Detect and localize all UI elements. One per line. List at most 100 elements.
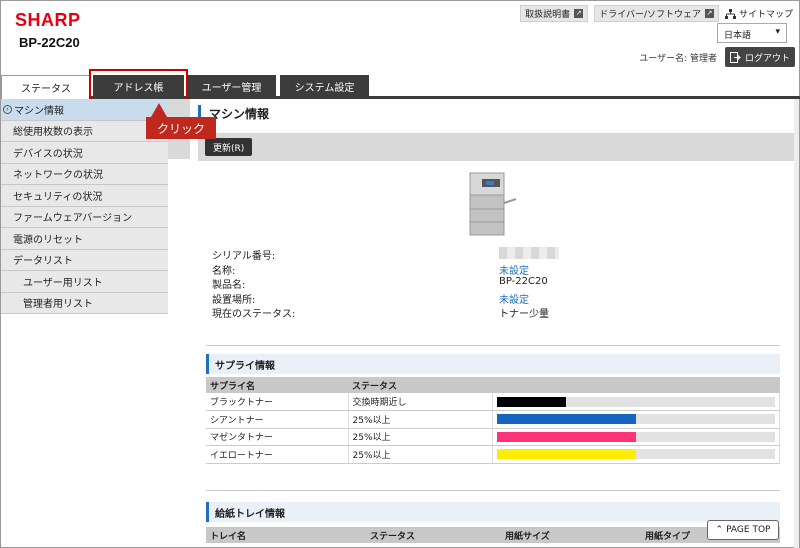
supply-level-cell [492,393,780,411]
tray-status-header: ステータス [366,527,501,543]
sidebar-item-total-count[interactable]: 総使用枚数の表示 [1,120,168,142]
table-row: マゼンタトナー 25%以上 [206,428,780,446]
toner-level-bar [496,431,775,442]
supply-header-row: サプライ名 ステータス [206,377,780,393]
tray-name-header: トレイ名 [206,527,366,543]
sidebar-item-user-list[interactable]: ユーザー用リスト [1,271,168,293]
click-callout: クリック [146,117,216,139]
sidebar-item-firmware-version[interactable]: ファームウェアバージョン [1,206,168,228]
table-row: イエロートナー 25%以上 [206,445,780,464]
product-value: BP-22C20 [499,276,548,287]
supply-level-cell [492,410,780,429]
tab-status[interactable]: ステータス [1,75,91,99]
sidebar-item-label: マシン情報 [14,105,64,117]
supply-section-title: サプライ情報 [206,354,780,374]
sitemap-label: サイトマップ [738,10,793,20]
language-select[interactable]: 日本語 ▾ [717,23,787,43]
language-value: 日本語 [724,31,752,41]
serial-value-redacted [499,247,559,262]
page-top-label: PAGE TOP [726,525,771,535]
sidebar-item-power-reset[interactable]: 電源のリセット [1,228,168,250]
chevron-right-icon: › [3,104,12,114]
printer-image [469,172,517,236]
callout-pointer [151,103,167,117]
refresh-button[interactable]: 更新(R) [205,138,253,156]
supply-level-cell [492,445,780,464]
divider [206,345,780,346]
chevron-up-icon: ⌃ [715,525,724,535]
supply-status: 25%以上 [348,445,493,464]
supply-name: シアントナー [206,410,349,429]
tab-system-settings[interactable]: システム設定 [280,75,369,97]
logout-button[interactable]: ログアウト [725,47,795,67]
location-label: 設置場所: [212,294,256,306]
serial-label: シリアル番号: [212,251,276,262]
supply-level-header [492,377,780,393]
info-row-product: 製品名: BP-22C20 [212,276,772,291]
top-links: 取扱説明書 ↗ ドライバー/ソフトウェア ↗ サイトマップ [520,5,793,22]
driver-link[interactable]: ドライバー/ソフトウェア ↗ [594,5,719,22]
external-link-icon: ↗ [704,9,714,18]
product-label: 製品名: [212,280,246,291]
manual-link[interactable]: 取扱説明書 ↗ [520,5,589,22]
scrollbar[interactable] [794,99,799,548]
toner-level-bar [496,449,775,460]
header: SHARP BP-22C20 取扱説明書 ↗ ドライバー/ソフトウェア ↗ サイ… [1,1,800,75]
supply-status: 25%以上 [348,428,493,446]
sharp-logo: SHARP [15,10,81,30]
status-value: トナー少量 [499,309,549,320]
sitemap-icon [724,8,736,19]
toner-level-bar [496,396,775,407]
supply-level-cell [492,428,780,446]
supply-name: マゼンタトナー [206,428,349,446]
sidebar: › マシン情報 総使用枚数の表示 デバイスの状況 ネットワークの状況 セキュリテ… [1,99,168,314]
sidebar-item-network-status[interactable]: ネットワークの状況 [1,163,168,185]
page-top-button[interactable]: ⌃ PAGE TOP [707,520,779,540]
supply-name: ブラックトナー [206,393,349,411]
info-row-location: 設置場所: 未設定 [212,291,772,306]
chevron-down-icon: ▾ [775,27,780,37]
supply-table: サプライ名 ステータス ブラックトナー 交換時期近し シアントナー 25%以上 マゼンタ… [206,377,780,464]
tab-user-management[interactable]: ユーザー管理 [187,75,276,97]
logout-icon [729,51,741,63]
toner-level-fill [496,414,636,425]
manual-link-label: 取扱説明書 [525,10,571,20]
external-link-icon: ↗ [574,9,584,18]
toner-level-fill [496,449,636,460]
supply-status: 25%以上 [348,410,493,429]
toner-level-fill [496,396,566,407]
supply-name-header: サプライ名 [206,377,348,393]
supply-status: 交換時期近し [348,393,493,411]
toner-level-bar [496,414,775,425]
info-row-status: 現在のステータス: トナー少量 [212,305,772,320]
supply-name: イエロートナー [206,445,349,464]
divider [206,490,780,491]
sidebar-item-admin-list[interactable]: 管理者用リスト [1,292,168,314]
machine-info-list: シリアル番号: 名称: 未設定 製品名: BP-22C20 設置場所: 未設定 … [212,247,772,320]
tray-size-header: 用紙サイズ [501,527,641,543]
user-name: ユーザー名: 管理者 [639,54,717,64]
table-row: ブラックトナー 交換時期近し [206,393,780,411]
tray-header-row: トレイ名 ステータス 用紙サイズ 用紙タイプ [206,527,780,543]
info-row-name: 名称: 未設定 [212,262,772,277]
status-label: 現在のステータス: [212,309,296,320]
tray-section-title: 給紙トレイ情報 [206,502,780,522]
supply-status-header: ステータス [348,377,492,393]
name-label: 名称: [212,265,236,277]
sidebar-item-data-list[interactable]: データリスト [1,249,168,271]
refresh-toolbar: 更新(R) [198,133,796,161]
location-value-link[interactable]: 未設定 [499,291,529,306]
sidebar-item-device-status[interactable]: デバイスの状況 [1,142,168,164]
sidebar-item-security-status[interactable]: セキュリティの状況 [1,185,168,207]
name-value-link[interactable]: 未設定 [499,262,529,277]
table-row: シアントナー 25%以上 [206,410,780,429]
model-name: BP-22C20 [19,35,80,50]
tab-highlight-frame [89,69,188,102]
driver-link-label: ドライバー/ソフトウェア [599,10,701,20]
main-content: マシン情報 更新(R) シリアル番号: 名称: 未設定 製品名: BP-22C2… [196,99,796,548]
sitemap-link[interactable]: サイトマップ [724,7,793,20]
info-row-serial: シリアル番号: [212,247,772,262]
sidebar-item-machine-info[interactable]: › マシン情報 [1,99,168,121]
logout-label: ログアウト [744,53,790,64]
toner-level-fill [496,431,636,442]
